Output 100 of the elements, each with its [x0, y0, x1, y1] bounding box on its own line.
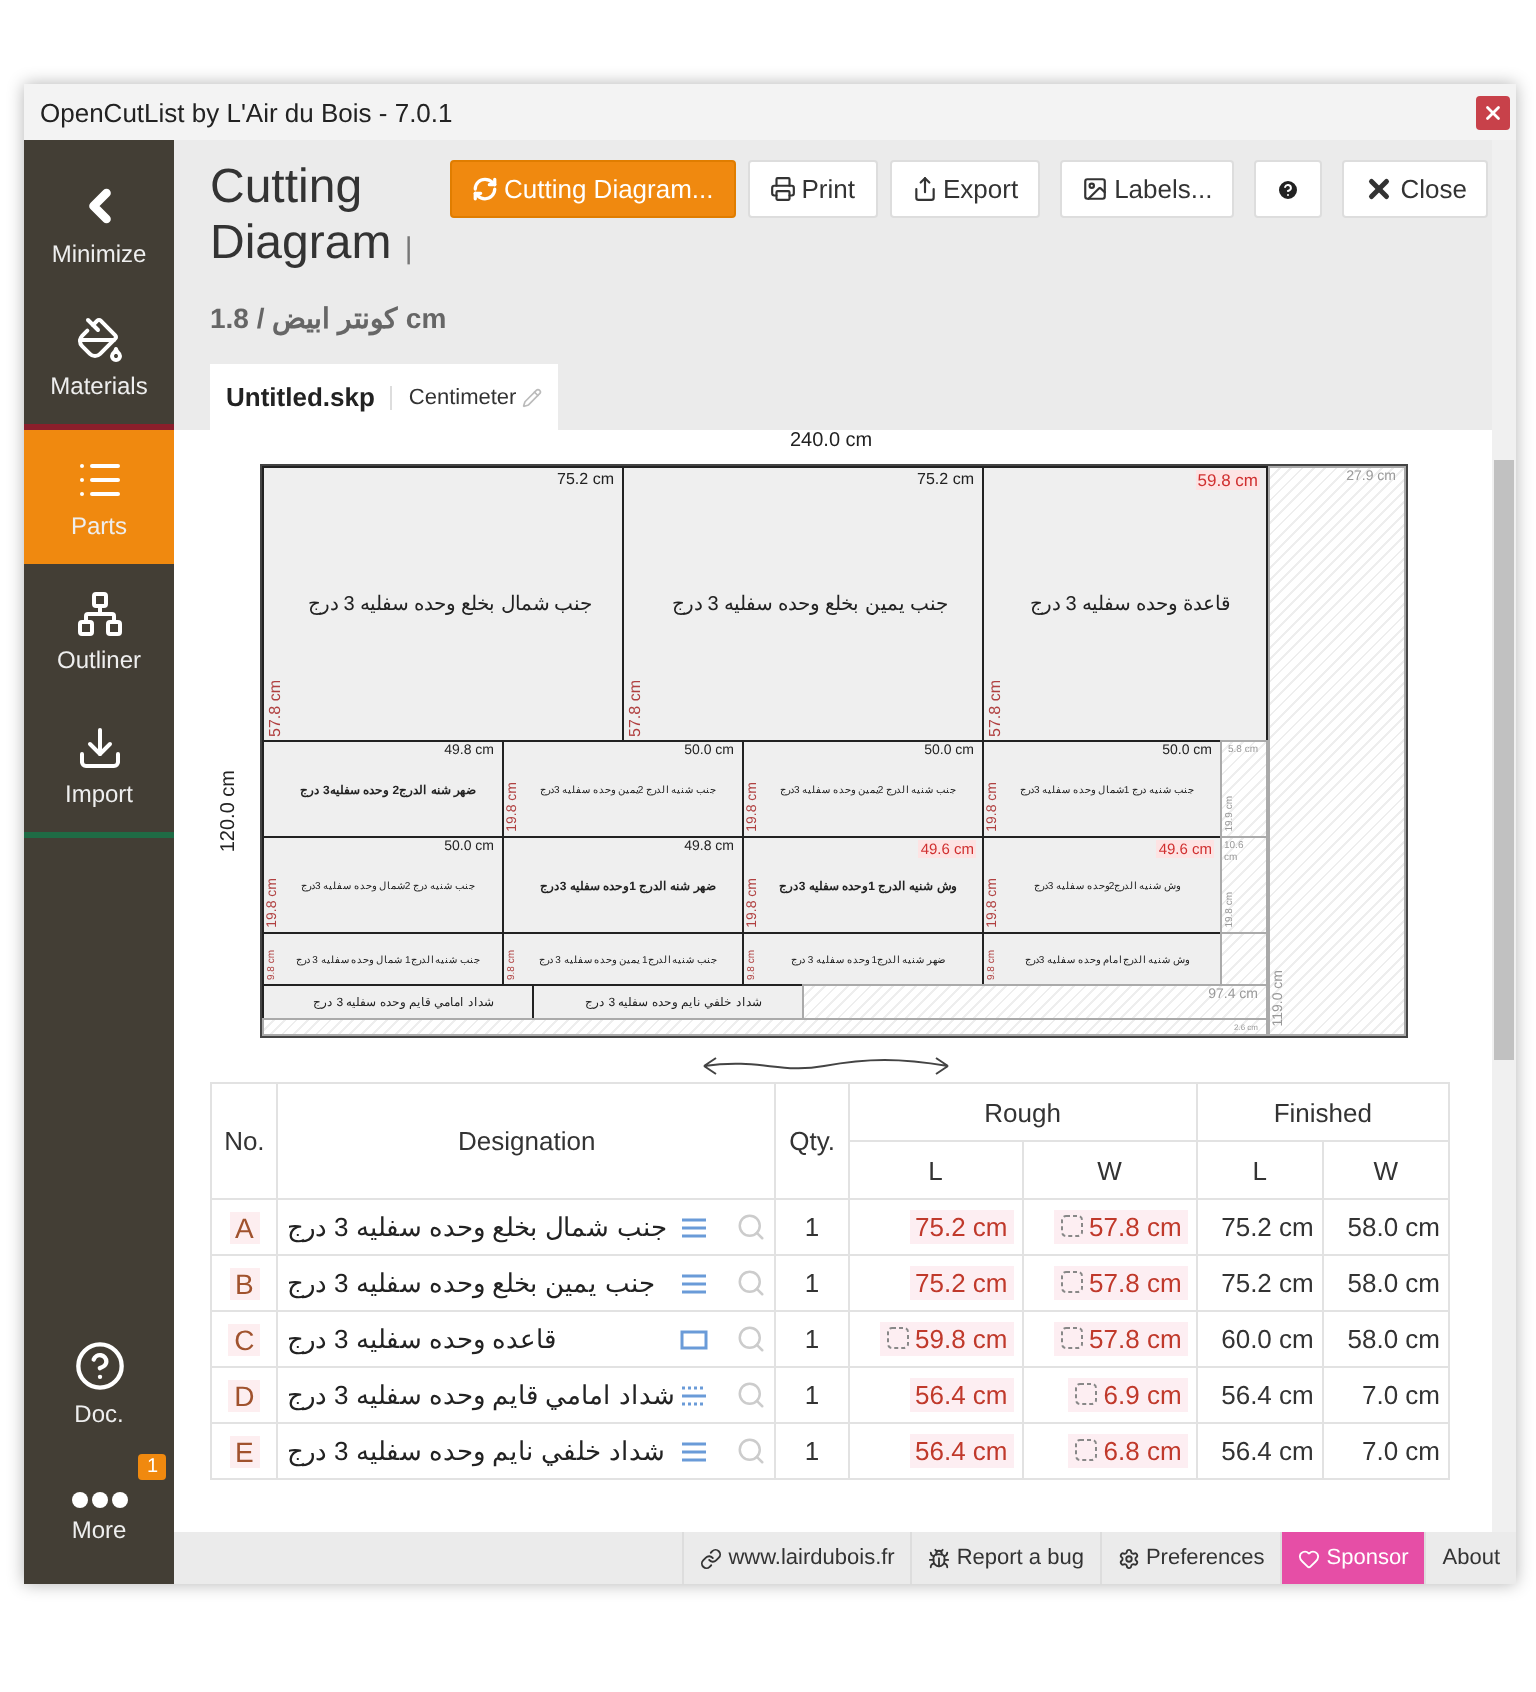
- edge-lines-icon: [680, 1217, 709, 1237]
- column-header: No.: [211, 1083, 278, 1199]
- close-icon: [1364, 174, 1395, 204]
- table-cell: 58.0 cm: [1322, 1255, 1449, 1311]
- column-header: W: [1022, 1141, 1197, 1199]
- dashed-square-icon: [1073, 1438, 1098, 1463]
- table-cell: D: [211, 1367, 278, 1423]
- toolbar-button[interactable]: Labels...: [1060, 160, 1235, 218]
- table-cell: 57.8 cm: [1022, 1255, 1197, 1311]
- table-cell: E: [211, 1423, 278, 1479]
- table-cell: 75.2 cm: [848, 1255, 1023, 1311]
- dashed-square-icon: [1059, 1326, 1084, 1351]
- settings-icon: [1117, 1547, 1140, 1569]
- edge-lines-icon: [680, 1273, 709, 1293]
- table-cell: شداد امامي قايم وحده سفليه 3 درج: [277, 1367, 776, 1423]
- footer-link[interactable]: Sponsor: [1280, 1532, 1425, 1584]
- piece-label: قاعدة وحده سفليه 3 درج: [1030, 592, 1232, 616]
- sidebar-item[interactable]: Minimize: [24, 156, 174, 290]
- rectangle-icon: [680, 1329, 709, 1349]
- page-title: Cutting Diagram |: [210, 160, 415, 274]
- table-cell: 56.4 cm: [848, 1423, 1023, 1479]
- footer-link[interactable]: www.lairdubois.fr: [682, 1532, 911, 1584]
- help-icon: [73, 1339, 125, 1391]
- piece-label: جنب يمين بخلع وحده سفليه 3 درج: [671, 592, 949, 616]
- edge-lines-icon: [680, 1441, 709, 1461]
- toolbar-button[interactable]: Export: [889, 160, 1041, 218]
- table-cell: 6.9 cm: [1022, 1367, 1197, 1423]
- column-header: Qty.: [775, 1083, 849, 1199]
- dashed-square-icon: [1059, 1214, 1084, 1239]
- pencil-icon: [522, 387, 543, 407]
- unit-tab[interactable]: Centimeter: [390, 385, 543, 409]
- search-icon[interactable]: [736, 1380, 767, 1410]
- column-header: Designation: [277, 1083, 776, 1199]
- sidebar-item[interactable]: More 1: [24, 1450, 174, 1584]
- width-dimension: 57.8 cm: [986, 679, 1004, 736]
- grain-arrow-icon: [700, 1054, 952, 1078]
- length-dimension: 59.8 cm: [1195, 470, 1260, 490]
- table-cell: 56.4 cm: [848, 1367, 1023, 1423]
- table-cell: 7.0 cm: [1322, 1423, 1449, 1479]
- link-icon: [700, 1547, 723, 1569]
- scrollbar[interactable]: [1492, 140, 1516, 1532]
- footer-link[interactable]: About: [1424, 1532, 1516, 1584]
- table-cell: 56.4 cm: [1196, 1367, 1323, 1423]
- table-cell: جنب شمال بخلع وحده سفليه 3 درج: [277, 1199, 776, 1255]
- footer-link[interactable]: Report a bug: [910, 1532, 1100, 1584]
- page-subtitle: 1.8 / كونتر ابيض cm: [210, 302, 449, 334]
- dotted-lines-icon: [680, 1385, 709, 1405]
- column-header: Finished: [1196, 1083, 1449, 1141]
- toolbar-button[interactable]: Close: [1342, 160, 1489, 218]
- width-dimension: 57.8 cm: [266, 679, 284, 736]
- table-cell: 6.8 cm: [1022, 1423, 1197, 1479]
- paint-bucket-icon: [75, 315, 123, 363]
- more-icon: [71, 1491, 127, 1507]
- width-dimension: 57.8 cm: [626, 679, 644, 736]
- close-button[interactable]: [1476, 95, 1510, 129]
- table-cell: 56.4 cm: [1196, 1423, 1323, 1479]
- length-dimension: 75.2 cm: [915, 470, 976, 488]
- column-header: L: [1196, 1141, 1323, 1199]
- printer-icon: [769, 176, 796, 202]
- dashed-square-icon: [885, 1326, 910, 1351]
- toolbar-button[interactable]: Print: [747, 160, 877, 218]
- board-length: 240.0 cm: [790, 430, 873, 452]
- table-cell: 1: [775, 1255, 849, 1311]
- table-cell: 7.0 cm: [1322, 1367, 1449, 1423]
- table-cell: 58.0 cm: [1322, 1311, 1449, 1367]
- file-tab[interactable]: Untitled.skp: [226, 382, 375, 412]
- table-cell: 75.2 cm: [1196, 1199, 1323, 1255]
- sidebar-item[interactable]: Outliner: [24, 564, 174, 698]
- search-icon[interactable]: [736, 1268, 767, 1298]
- refresh-icon: [472, 176, 498, 202]
- table-cell: 75.2 cm: [1196, 1255, 1323, 1311]
- window-title: OpenCutList by L'Air du Bois - 7.0.1: [40, 97, 453, 127]
- import-icon: [75, 723, 123, 771]
- dashed-square-icon: [1073, 1382, 1098, 1407]
- table-cell: قاعده وحده سفليه 3 درج: [277, 1311, 776, 1367]
- table-cell: 75.2 cm: [848, 1199, 1023, 1255]
- length-dimension: 75.2 cm: [555, 470, 616, 488]
- table-cell: 57.8 cm: [1022, 1311, 1197, 1367]
- table-cell: 57.8 cm: [1022, 1199, 1197, 1255]
- table-cell: B: [211, 1255, 278, 1311]
- sidebar-item[interactable]: Doc.: [24, 1316, 174, 1450]
- help-button[interactable]: [1254, 160, 1323, 218]
- table-cell: شداد خلفي نايم وحده سفليه 3 درج: [277, 1423, 776, 1479]
- notification-badge: 1: [138, 1454, 166, 1480]
- table-cell: 1: [775, 1311, 849, 1367]
- table-cell: A: [211, 1199, 278, 1255]
- table-cell: C: [211, 1311, 278, 1367]
- heart-icon: [1298, 1547, 1321, 1569]
- piece-label: جنب شمال بخلع وحده سفليه 3 درج: [307, 592, 593, 616]
- table-cell: 1: [775, 1423, 849, 1479]
- table-cell: 60.0 cm: [1196, 1311, 1323, 1367]
- dashed-square-icon: [1059, 1270, 1084, 1295]
- search-icon[interactable]: [736, 1324, 767, 1354]
- table-cell: 59.8 cm: [848, 1311, 1023, 1367]
- search-icon[interactable]: [736, 1436, 767, 1466]
- search-icon[interactable]: [736, 1212, 767, 1242]
- bug-icon: [928, 1547, 951, 1569]
- close-icon: [1482, 101, 1504, 123]
- column-header: L: [848, 1141, 1023, 1199]
- table-cell: 1: [775, 1367, 849, 1423]
